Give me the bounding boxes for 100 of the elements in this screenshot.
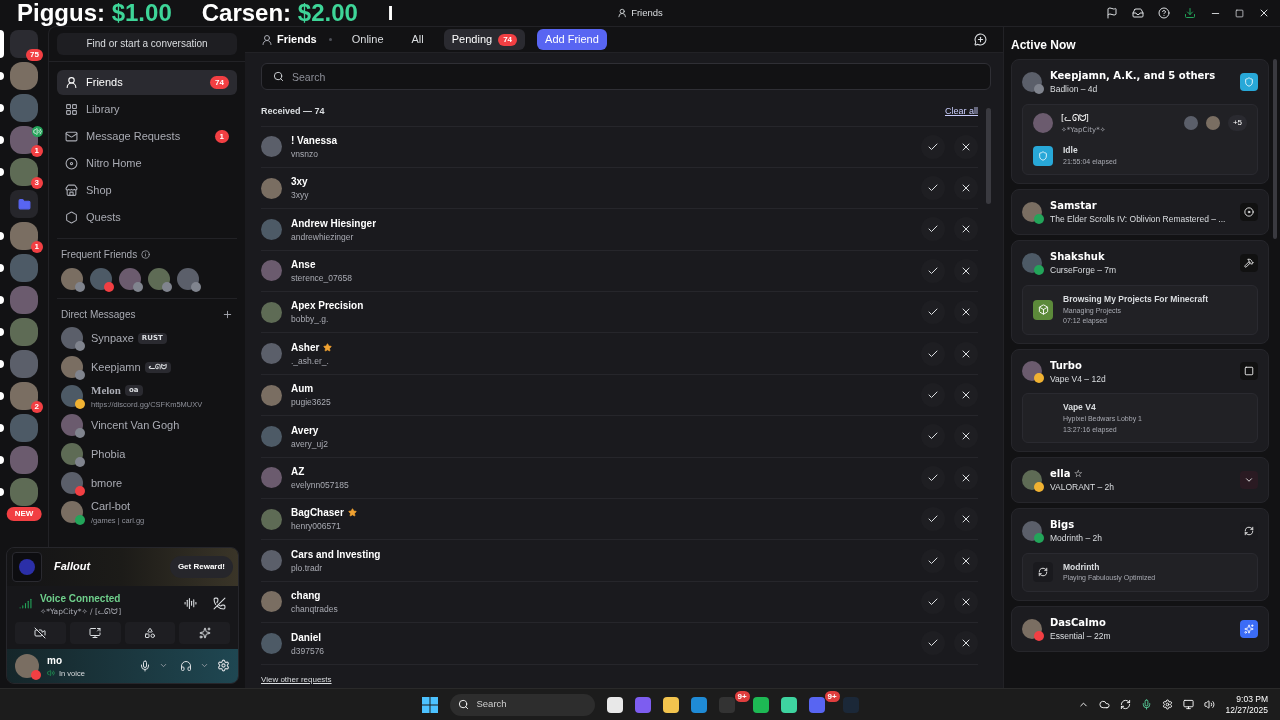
request-name: 3xy [291,175,308,190]
avatar [61,501,83,523]
cycle-icon [1033,562,1053,583]
activity-card[interactable]: ella ☆ VALORANT – 2h [1011,457,1269,503]
taskbar-app-icon[interactable] [606,696,623,713]
card-title: Shakshuk [1050,250,1106,264]
card-activity: Vape V4 – 12d [1050,372,1107,386]
taskbar-app-icon[interactable] [752,696,769,713]
request-username: chanqtrades [291,603,339,616]
server-folder[interactable] [10,190,38,218]
request-name: Anse [291,258,316,272]
sync-icon[interactable] [1120,699,1132,710]
count-badge: 74 [210,75,229,89]
request-name: chang [291,589,321,604]
inbox-icon[interactable] [1132,7,1144,19]
conversation-search[interactable]: Find or start a conversation [57,32,237,55]
shield-icon [1033,145,1053,166]
page-heading: Friends [277,32,317,48]
download-icon[interactable] [1184,7,1196,19]
nav-item[interactable]: Nitro Home [57,150,237,176]
dm-name: Synpaxe [91,330,134,346]
scrollbar[interactable] [986,108,991,204]
voice-action-button[interactable] [69,621,121,644]
voice-action-button[interactable] [15,621,66,644]
request-username: sterence_07658 [291,272,353,285]
speaker-icon[interactable] [1204,699,1216,710]
card-title: Samstar [1050,199,1098,214]
dm-item[interactable]: Vincent Van Gogh [57,410,237,440]
nav-item[interactable]: Quests [57,204,237,230]
score-overlay: Piggus: $1.00 [17,1,172,25]
avatar [1033,113,1053,134]
maximize-icon[interactable] [1235,8,1244,18]
avatar [261,218,282,240]
avatar [1022,361,1042,382]
store-icon [65,183,78,197]
taskbar-app-icon[interactable] [662,696,679,713]
nav-item[interactable]: Library [57,96,237,122]
home-button[interactable] [10,30,38,58]
taskbar-search[interactable]: Search [449,693,595,716]
voice-action-button[interactable] [124,621,176,644]
server-icon[interactable] [10,126,38,154]
score-overlay: Carsen: $2.00 [201,1,358,25]
decline-button[interactable] [954,590,978,614]
dm-item[interactable]: bmore [57,468,237,498]
nav-item[interactable]: Message Requests 1 [57,123,237,149]
voice-action-button[interactable] [179,621,230,644]
disconnect-icon[interactable] [213,597,226,611]
square-icon [1240,362,1258,381]
notification-badge: 9+ [824,690,840,702]
start-icon[interactable] [421,696,438,713]
microphone-icon[interactable] [1141,699,1153,710]
request-name: AZ [291,464,305,479]
request-name: Apex Precision [291,299,364,314]
nav-item[interactable]: Friends 74 [57,69,237,95]
nav-item[interactable]: Shop [57,177,237,203]
server-icon[interactable] [10,158,38,186]
cloud-icon[interactable] [1099,699,1111,710]
clock[interactable]: 9:03 PM 12/27/2025 [1225,693,1268,716]
request-username: d397576 [291,644,326,658]
settings-icon[interactable] [217,659,230,673]
add-friend-button[interactable]: Add Friend [537,29,607,50]
window-title: Friends [631,5,663,20]
sound-wave-icon[interactable] [184,597,197,611]
voice-status: Voice Connected [40,591,122,606]
friend-request-row[interactable]: chang chanqtrades [261,581,978,624]
server-icon[interactable] [10,382,38,410]
speaker-icon [47,669,55,678]
flag-icon[interactable] [1106,7,1118,19]
section-heading: Received — 74 [261,105,325,118]
tab[interactable]: Online [343,29,392,50]
sparkles-icon [198,626,211,639]
server-icon[interactable] [10,222,38,250]
gear-icon[interactable] [1162,699,1174,710]
clear-all-link[interactable]: Clear all [945,105,978,119]
activity-card[interactable]: Samstar The Elder Scrolls IV: Oblivion Remastered – ... [1011,189,1269,235]
search-field[interactable]: Search [261,63,991,90]
scrollbar[interactable] [1273,59,1277,239]
view-other-requests-link[interactable]: View other requests [261,673,332,686]
dm-item[interactable]: Phobia [57,439,237,469]
avatar [261,384,282,406]
disc-icon [65,156,78,170]
tab[interactable]: All [403,29,432,50]
taskbar-app-icon[interactable] [780,696,797,713]
tab[interactable]: Pending 74 [443,29,526,50]
dm-name: Keepjamn [91,359,141,375]
game-logo: Fallout [54,559,92,575]
new-message-icon[interactable] [974,33,987,46]
get-reward-button[interactable]: Get Reward! [169,555,233,578]
card-activity: Essential – 22m [1050,629,1112,643]
avatar [261,425,282,447]
avatar [1022,252,1042,273]
add-icon[interactable] [222,308,233,320]
headphones-icon[interactable] [180,659,192,672]
avatar [261,508,282,530]
help-icon[interactable] [1158,7,1170,19]
monitor-icon[interactable] [1183,699,1195,710]
shapes-icon [143,626,156,639]
microphone-icon[interactable] [139,659,151,672]
close-icon[interactable] [1258,7,1270,19]
activity-card[interactable]: DasCalmo Essential – 22m [1011,605,1269,652]
